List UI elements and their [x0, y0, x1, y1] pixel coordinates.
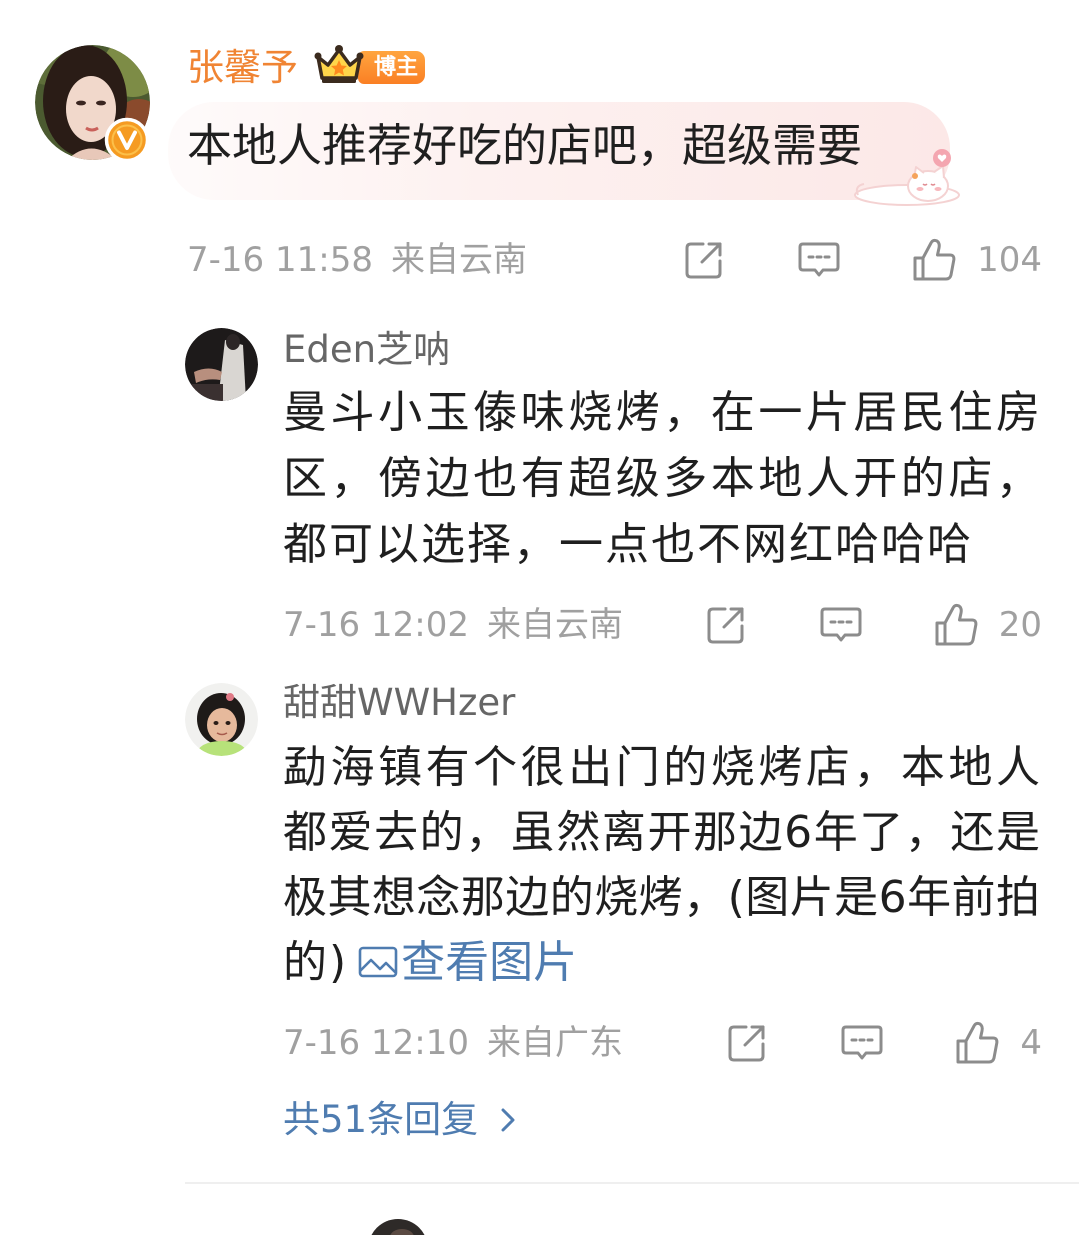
reply-text-line: 的) 查看图片: [283, 930, 1040, 995]
comment-timestamp: 7-16 11:58 来自云南: [187, 240, 527, 280]
reply-text-line: 都可以选择，一点也不网红哈哈哈: [283, 519, 973, 570]
share-button[interactable]: [683, 239, 725, 281]
reply-meta-row: 7-16 12:02 来自云南 20: [283, 605, 1042, 645]
reply-time: 7-16 12:02: [283, 605, 469, 645]
comment-text[interactable]: 本地人推荐好吃的店吧，超级需要: [187, 121, 862, 171]
reply-button[interactable]: [819, 605, 863, 645]
like-icon: [954, 1020, 1000, 1066]
crown-badge: [313, 43, 365, 85]
chevron-right-icon: [501, 1108, 515, 1132]
share-button[interactable]: [726, 1022, 768, 1064]
like-icon: [933, 602, 979, 648]
divider: [185, 1182, 1079, 1184]
comment-time: 7-16 11:58: [187, 240, 373, 280]
comment-sticker: [852, 148, 966, 206]
reply-button[interactable]: [797, 240, 841, 280]
share-icon: [683, 239, 725, 281]
share-icon: [726, 1022, 768, 1064]
reply-text-line: 区，傍边也有超级多本地人开的店，: [283, 453, 1040, 504]
like-button[interactable]: 20: [933, 602, 1042, 648]
reply-text-line: 极其想念那边的烧烤，(图片是6年前拍: [283, 872, 1040, 923]
share-button[interactable]: [705, 604, 747, 646]
like-button[interactable]: 4: [954, 1020, 1042, 1066]
more-replies-label: 共51条回复: [283, 1098, 479, 1141]
reply-author-name[interactable]: 甜甜WWHzer: [283, 682, 515, 724]
role-badge: 博主: [358, 51, 425, 84]
reply-text[interactable]: 曼斗小玉傣味烧烤，在一片居民住房 区，傍边也有超级多本地人开的店， 都可以选择，…: [283, 380, 1040, 578]
comment-location: 来自云南: [390, 240, 527, 280]
reply-text-line: 曼斗小玉傣味烧烤，在一片居民住房: [283, 387, 1040, 438]
reply-meta-row: 7-16 12:10 来自广东 4: [283, 1023, 1042, 1063]
comment-icon: [797, 240, 841, 280]
reply-text-line: 勐海镇有个很出门的烧烤店，本地人: [283, 742, 1040, 793]
reply-author-name[interactable]: Eden芝呐: [283, 329, 450, 371]
reply-actions: 4: [726, 1020, 1042, 1066]
comment-icon: [819, 605, 863, 645]
like-button[interactable]: 104: [911, 237, 1042, 283]
view-image-link[interactable]: 查看图片: [348, 937, 577, 988]
reply-avatar[interactable]: [185, 683, 258, 756]
reply-text[interactable]: 勐海镇有个很出门的烧烤店，本地人 都爱去的，虽然离开那边6年了，还是 极其想念那…: [283, 735, 1040, 995]
like-icon: [911, 237, 957, 283]
comment-meta-row: 7-16 11:58 来自云南 104: [187, 240, 1042, 280]
view-image-label: 查看图片: [401, 937, 578, 988]
comment-icon: [840, 1023, 884, 1063]
avatar-photo: [185, 683, 258, 756]
avatar-photo: [371, 1219, 425, 1235]
like-count: 104: [977, 240, 1042, 280]
verified-badge: [104, 117, 150, 163]
reply-location: 来自广东: [486, 1023, 623, 1063]
like-count: 4: [1020, 1023, 1042, 1063]
image-icon: [358, 946, 398, 978]
verified-v-icon: [104, 117, 150, 163]
share-icon: [705, 604, 747, 646]
crown-icon: [314, 45, 364, 83]
reply-location: 来自云南: [486, 605, 623, 645]
more-replies-link[interactable]: 共51条回复: [283, 1098, 516, 1142]
reply-avatar[interactable]: [185, 328, 258, 401]
reply-timestamp: 7-16 12:10 来自广东: [283, 1023, 623, 1063]
cat-heart-sticker-icon: [854, 149, 960, 206]
reply-button[interactable]: [840, 1023, 884, 1063]
avatar-photo: [185, 328, 258, 401]
author-name[interactable]: 张馨予: [187, 46, 298, 90]
reply-text-tail: 的): [283, 937, 349, 988]
comment-actions: 104: [683, 237, 1042, 283]
reply-text-line: 都爱去的，虽然离开那边6年了，还是: [283, 807, 1040, 858]
reply-actions: 20: [705, 602, 1042, 648]
reply-time: 7-16 12:10: [283, 1023, 469, 1063]
reply-timestamp: 7-16 12:02 来自云南: [283, 605, 623, 645]
next-comment-avatar[interactable]: [368, 1219, 428, 1235]
like-count: 20: [998, 605, 1042, 645]
